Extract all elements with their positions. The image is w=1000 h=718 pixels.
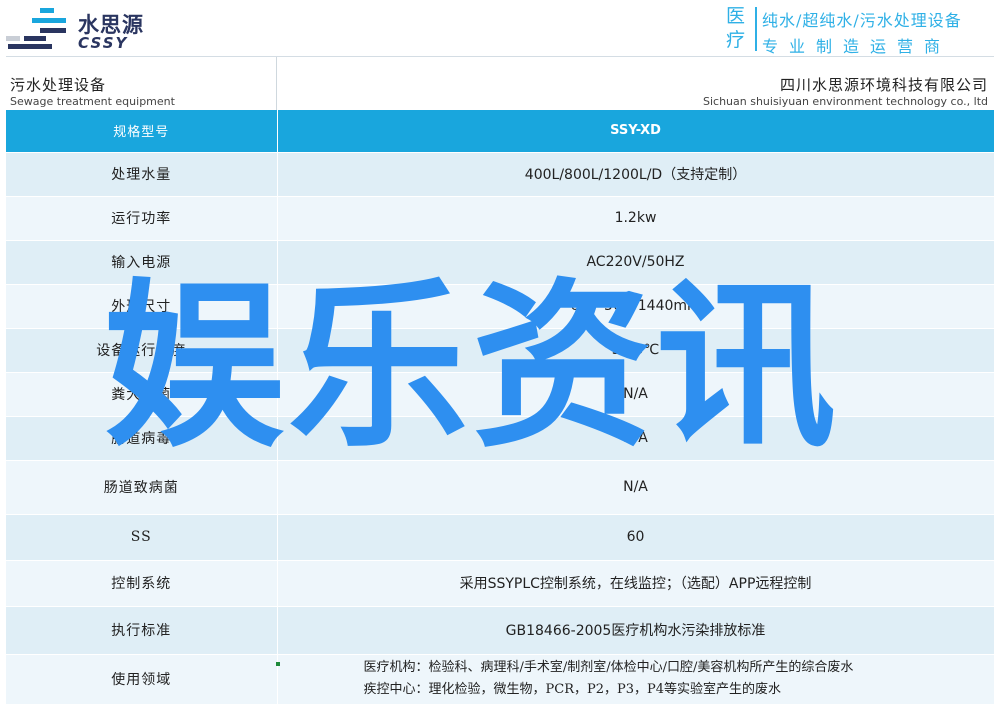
row-label: 处理水量: [6, 152, 278, 197]
row-label: 设备运行温度: [6, 328, 278, 373]
row-value: N/A: [277, 460, 995, 515]
row-value: 680*560*1440mm: [277, 284, 995, 329]
slogan: 医 疗 纯水/超纯水/污水处理设备 专业制造运营商: [726, 4, 998, 56]
row-label: SS: [6, 514, 278, 561]
table-row: 外形尺寸 680*560*1440mm: [6, 284, 995, 329]
header-model: SSY-XD: [277, 110, 995, 153]
spec-table: 规格型号 SSY-XD 处理水量 400L/800L/1200L/D（支持定制）…: [6, 110, 995, 705]
sub-header-divider: [276, 57, 277, 111]
table-row: 设备运行温度 5-40℃: [6, 328, 995, 373]
table-row: 使用领域 医疗机构：检验科、病理科/手术室/制剂室/体检中心/口腔/美容机构所产…: [6, 654, 995, 705]
small-mark: [276, 662, 280, 666]
row-value: 1.2kw: [277, 196, 995, 241]
row-value: 5-40℃: [277, 328, 995, 373]
table-row: 运行功率 1.2kw: [6, 196, 995, 241]
row-label: 执行标准: [6, 606, 278, 655]
category-title-en: Sewage treatment equipment: [10, 95, 175, 108]
company-name-cn: 四川水思源环境科技有限公司: [779, 76, 988, 94]
slogan-side: 医 疗: [726, 4, 752, 52]
row-value: 采用SSYPLC控制系统，在线监控；（选配）APP远程控制: [277, 560, 995, 607]
row-label: 外形尺寸: [6, 284, 278, 329]
table-row: 处理水量 400L/800L/1200L/D（支持定制）: [6, 152, 995, 197]
slogan-line-1: 纯水/超纯水/污水处理设备: [762, 11, 962, 30]
row-label: 粪大肠菌: [6, 372, 278, 417]
slogan-side-char: 疗: [726, 29, 746, 51]
slogan-line-2: 专业制造运营商: [762, 37, 952, 56]
row-label: 肠道致病菌: [6, 460, 278, 515]
brand-name-en: CSSY: [78, 34, 129, 52]
slogan-divider: [755, 7, 757, 51]
row-label: 使用领域: [6, 654, 278, 705]
usage-line: 疾控中心：理化检验，微生物，PCR，P2，P3，P4等实验室产生的废水: [363, 682, 782, 697]
table-row: 肠道病毒 N/A: [6, 416, 995, 461]
slogan-side-char: 医: [726, 5, 746, 27]
category-title-cn: 污水处理设备: [10, 76, 107, 94]
table-row: 粪大肠菌 N/A: [6, 372, 995, 417]
table-row: SS 60: [6, 514, 995, 561]
row-value: 400L/800L/1200L/D（支持定制）: [277, 152, 995, 197]
row-value: 60: [277, 514, 995, 561]
usage-line: 医疗机构：检验科、病理科/手术室/制剂室/体检中心/口腔/美容机构所产生的综合废…: [363, 660, 854, 675]
sub-header: 污水处理设备 Sewage treatment equipment 四川水思源环…: [6, 56, 994, 111]
table-row: 肠道致病菌 N/A: [6, 460, 995, 515]
row-label: 肠道病毒: [6, 416, 278, 461]
top-header: 水思源 CSSY 医 疗 纯水/超纯水/污水处理设备 专业制造运营商: [0, 0, 1000, 56]
header-label: 规格型号: [6, 110, 278, 153]
brand-logo-icon: [6, 8, 66, 49]
table-row: 执行标准 GB18466-2005医疗机构水污染排放标准: [6, 606, 995, 655]
row-label: 控制系统: [6, 560, 278, 607]
row-label: 运行功率: [6, 196, 278, 241]
row-value: N/A: [277, 372, 995, 417]
table-row: 控制系统 采用SSYPLC控制系统，在线监控；（选配）APP远程控制: [6, 560, 995, 607]
row-value-multiline: 医疗机构：检验科、病理科/手术室/制剂室/体检中心/口腔/美容机构所产生的综合废…: [277, 654, 995, 705]
table-row: 输入电源 AC220V/50HZ: [6, 240, 995, 285]
row-value: AC220V/50HZ: [277, 240, 995, 285]
company-name-en: Sichuan shuisiyuan environment technolog…: [702, 95, 988, 108]
row-value: N/A: [277, 416, 995, 461]
row-label: 输入电源: [6, 240, 278, 285]
table-header-row: 规格型号 SSY-XD: [6, 110, 995, 153]
row-value: GB18466-2005医疗机构水污染排放标准: [277, 606, 995, 655]
